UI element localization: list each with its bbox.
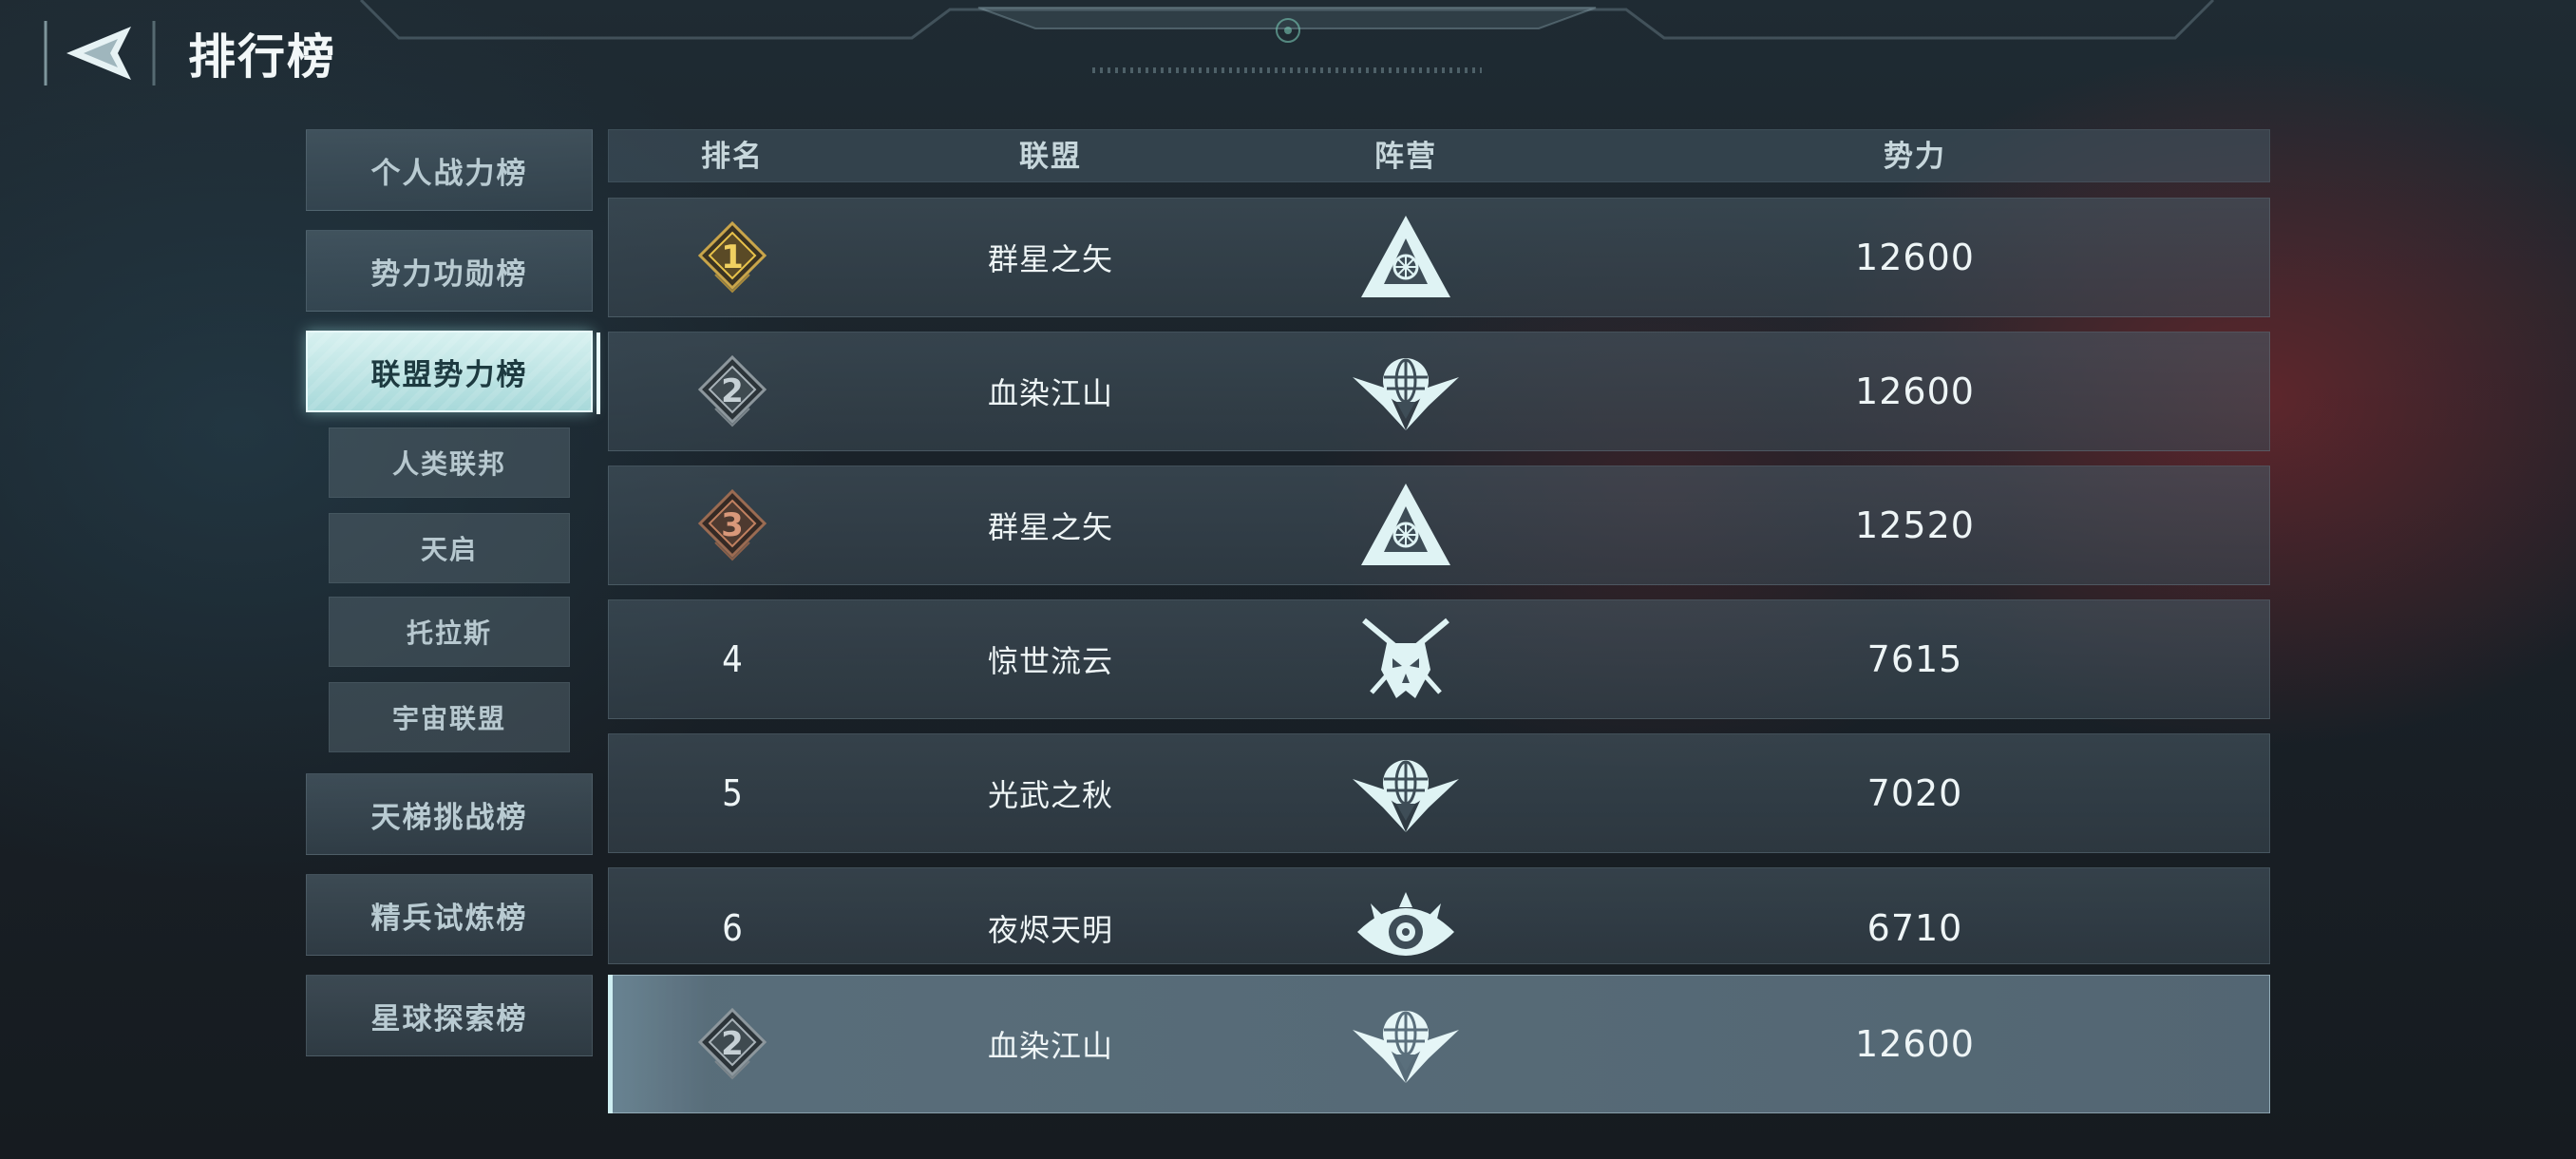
- power-value: 12600: [1855, 1023, 1975, 1065]
- rank-badge-silver: 2: [694, 353, 770, 429]
- rank-number: 2: [721, 1025, 744, 1063]
- page-title: 排行榜: [188, 29, 336, 85]
- table-row[interactable]: 5 光武之秋 7020: [608, 733, 2270, 853]
- rank-number: 6: [722, 907, 743, 949]
- alliance-name: 夜烬天明: [987, 912, 1114, 948]
- power-value: 7615: [1866, 638, 1963, 680]
- sub-item-cosmic-alliance[interactable]: 宇宙联盟: [329, 682, 570, 752]
- my-alliance-row[interactable]: 2 血染江山 12600: [608, 975, 2270, 1113]
- menu-item-ladder-challenge[interactable]: 天梯挑战榜: [306, 773, 593, 855]
- alliance-name: 血染江山: [987, 1028, 1114, 1064]
- top-decorative-frame: [359, 0, 2215, 73]
- back-button[interactable]: [38, 15, 161, 91]
- alliance-name: 群星之矢: [987, 509, 1114, 545]
- rank-number: 2: [721, 372, 744, 410]
- rank-badge-gold: 1: [694, 219, 770, 295]
- menu-item-faction-merit[interactable]: 势力功勋榜: [306, 230, 593, 312]
- menu-item-personal-power[interactable]: 个人战力榜: [306, 129, 593, 211]
- power-value: 6710: [1866, 907, 1963, 949]
- power-value: 12520: [1855, 504, 1975, 546]
- header-rank: 排名: [701, 140, 764, 174]
- horned-skull-faction-icon: [1362, 618, 1449, 698]
- alliance-name: 群星之矢: [987, 241, 1114, 277]
- header-alliance: 联盟: [1019, 140, 1082, 174]
- alliance-name: 血染江山: [987, 375, 1114, 411]
- triangle-faction-icon: [1361, 216, 1450, 297]
- sub-item-apocalypse[interactable]: 天启: [329, 513, 570, 583]
- menu-item-elite-trial[interactable]: 精兵试炼榜: [306, 874, 593, 956]
- page-header: 排行榜: [38, 15, 336, 91]
- power-value: 7020: [1866, 772, 1963, 814]
- rank-badge-silver: 2: [694, 1006, 770, 1082]
- header-camp: 阵营: [1374, 140, 1437, 174]
- alliance-name: 惊世流云: [987, 643, 1114, 679]
- rank-number: 1: [721, 238, 744, 276]
- power-value: 12600: [1855, 370, 1975, 412]
- rank-badge-bronze: 3: [694, 487, 770, 563]
- winged-globe-faction-icon: [1353, 1011, 1459, 1083]
- menu-item-alliance-power[interactable]: 联盟势力榜: [306, 331, 600, 414]
- rank-number: 3: [721, 506, 744, 544]
- triangle-faction-icon: [1361, 484, 1450, 565]
- back-arrow-icon: [44, 21, 156, 86]
- table-row[interactable]: 1 群星之矢 12600: [608, 198, 2270, 317]
- power-value: 12600: [1855, 237, 1975, 278]
- table-header: 排名 联盟 阵营 势力: [608, 129, 2270, 182]
- winged-globe-faction-icon: [1353, 358, 1459, 430]
- alliance-name: 光武之秋: [987, 777, 1114, 813]
- table-row[interactable]: 3 群星之矢 12520: [608, 466, 2270, 585]
- table-row[interactable]: 4 惊世流云 7615: [608, 599, 2270, 719]
- sub-item-trust[interactable]: 托拉斯: [329, 597, 570, 667]
- table-row[interactable]: 6 夜烬天明 6710: [608, 867, 2270, 964]
- header-power: 势力: [1884, 140, 1946, 174]
- eye-emblem-faction-icon: [1357, 892, 1454, 956]
- rank-number: 4: [722, 638, 743, 680]
- table-row[interactable]: 2 血染江山 12600: [608, 332, 2270, 451]
- sub-item-human-federation[interactable]: 人类联邦: [329, 428, 570, 498]
- rank-number: 5: [722, 772, 743, 814]
- winged-globe-faction-icon: [1353, 760, 1459, 832]
- menu-item-planet-exploration[interactable]: 星球探索榜: [306, 975, 593, 1056]
